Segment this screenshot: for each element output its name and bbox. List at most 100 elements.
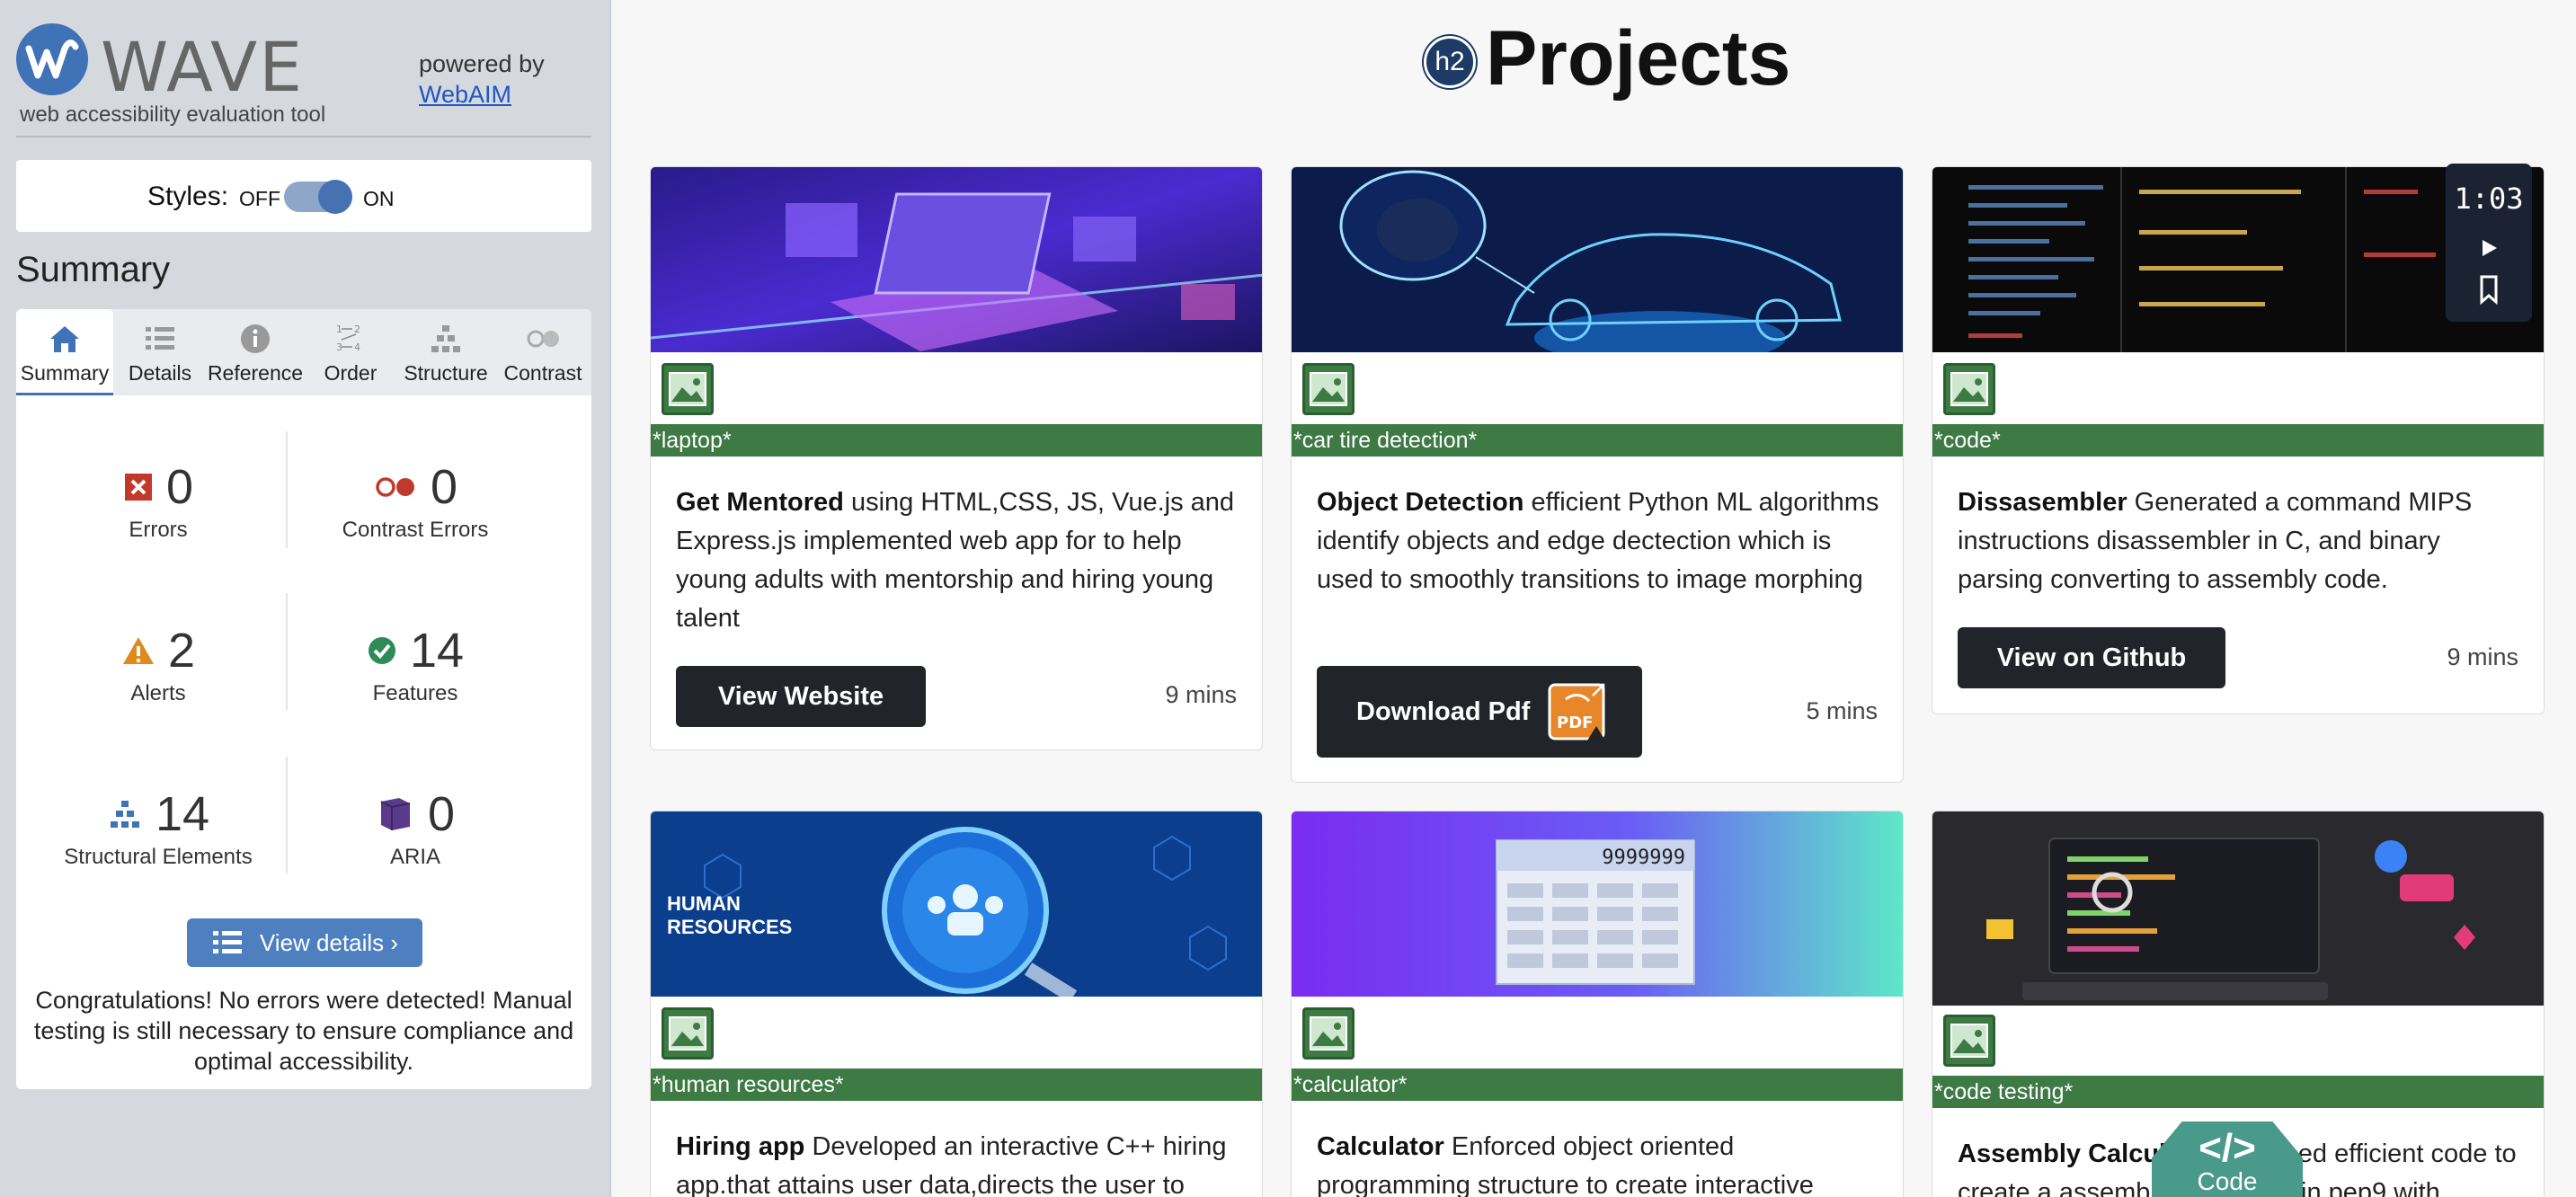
card-title: Calculator bbox=[1317, 1132, 1444, 1161]
contrast-error-icon bbox=[376, 477, 414, 497]
image-alt-icon[interactable] bbox=[662, 363, 714, 415]
home-icon bbox=[50, 326, 79, 352]
project-card: *car tire detection* Object Detection ef… bbox=[1291, 166, 1904, 783]
image-icon bbox=[1310, 372, 1347, 406]
alerts-stat[interactable]: 2 Alerts bbox=[32, 624, 284, 706]
image-icon bbox=[1950, 372, 1988, 406]
read-time: 9 mins bbox=[1165, 681, 1237, 708]
structural-stat[interactable]: 14 Structural Elements bbox=[32, 787, 284, 870]
download-pdf-label: Download Pdf bbox=[1356, 696, 1531, 726]
summary-panel: Summary Details Reference 1 2 34 Order Str… bbox=[16, 309, 591, 1089]
pdf-alert-icon: PDF bbox=[1548, 683, 1606, 740]
read-time: 9 mins bbox=[2447, 643, 2518, 670]
wave-sidebar: WAVE web accessibility evaluation tool p… bbox=[0, 0, 611, 1197]
project-card: 9999999 *calculator* Calculator Enforced… bbox=[1291, 811, 1904, 1197]
list-icon bbox=[212, 931, 242, 953]
calculator-image: 9999999 bbox=[1292, 811, 1903, 997]
h2-badge-icon[interactable]: h2 bbox=[1424, 36, 1476, 88]
human-resources-image: HUMAN RESOURCES bbox=[651, 811, 1262, 997]
calculator-display: 9999999 bbox=[1602, 847, 1685, 869]
svg-text:PDF: PDF bbox=[1557, 714, 1593, 732]
alt-text-label: *laptop* bbox=[651, 424, 1262, 457]
error-icon bbox=[124, 474, 152, 501]
contrast-icon bbox=[527, 330, 559, 348]
contrast-errors-stat[interactable]: 0 Contrast Errors bbox=[289, 460, 541, 543]
alt-text-label: *human resources* bbox=[651, 1068, 1262, 1101]
image-alt-icon[interactable] bbox=[1302, 363, 1355, 415]
hr-image-text: HUMAN bbox=[667, 892, 741, 915]
aria-stat[interactable]: 0 ARIA bbox=[289, 787, 541, 870]
alerts-count: 2 bbox=[167, 624, 196, 678]
tab-label: Details bbox=[128, 361, 192, 385]
card-description: Object Detection efficient Python ML alg… bbox=[1317, 483, 1881, 599]
toggle-knob bbox=[318, 180, 352, 214]
tab-contrast[interactable]: Contrast bbox=[494, 309, 591, 395]
card-title: Get Mentored bbox=[676, 488, 844, 517]
image-alt-icon[interactable] bbox=[1943, 363, 1995, 415]
tab-label: Reference bbox=[207, 361, 304, 385]
styles-on-label: ON bbox=[363, 187, 395, 210]
divider bbox=[286, 593, 288, 710]
tab-reference[interactable]: Reference bbox=[207, 309, 304, 395]
order-icon: 1 2 3 4 bbox=[336, 324, 360, 353]
laptop-image bbox=[651, 167, 1262, 352]
errors-label: Errors bbox=[129, 518, 188, 542]
play-icon[interactable] bbox=[2471, 232, 2507, 264]
aria-cube-icon bbox=[380, 798, 411, 830]
wave-subtitle: web accessibility evaluation tool bbox=[20, 102, 326, 127]
styles-toggle[interactable] bbox=[284, 180, 352, 214]
code-badge-label: Code bbox=[2197, 1167, 2258, 1195]
structural-label: Structural Elements bbox=[64, 845, 253, 869]
tab-label: Summary bbox=[20, 361, 110, 385]
congrats-message: Congratulations! No errors were detected… bbox=[33, 987, 574, 1075]
bookmark-icon[interactable] bbox=[2471, 271, 2507, 307]
svg-text:3: 3 bbox=[336, 341, 342, 353]
structure-icon bbox=[110, 801, 139, 828]
image-icon bbox=[1950, 1024, 1988, 1058]
image-alt-icon[interactable] bbox=[1302, 1007, 1355, 1060]
svg-text:2: 2 bbox=[354, 324, 360, 335]
tab-details[interactable]: Details bbox=[113, 309, 207, 395]
image-icon bbox=[669, 372, 706, 406]
image-alt-icon[interactable] bbox=[1943, 1015, 1995, 1067]
tab-order[interactable]: 1 2 34 Order bbox=[304, 309, 397, 395]
download-pdf-button[interactable]: Download Pdf PDF bbox=[1317, 666, 1642, 758]
alt-text-label: *car tire detection* bbox=[1292, 424, 1903, 457]
card-description: Calculator Enforced object oriented prog… bbox=[1317, 1128, 1881, 1197]
alt-text-label: *calculator* bbox=[1292, 1068, 1903, 1101]
image-alt-icon[interactable] bbox=[662, 1007, 714, 1060]
code-badge[interactable]: </> Code bbox=[2152, 1122, 2303, 1197]
code-icon: </> bbox=[2198, 1126, 2256, 1170]
tab-label: Structure bbox=[404, 361, 488, 385]
features-count: 14 bbox=[409, 624, 465, 678]
webaim-link[interactable]: WebAIM bbox=[419, 79, 545, 110]
divider bbox=[286, 757, 288, 873]
alerts-label: Alerts bbox=[130, 681, 186, 705]
tab-summary[interactable]: Summary bbox=[16, 309, 113, 395]
card-description: Dissasembler Generated a command MIPS in… bbox=[1958, 483, 2522, 599]
card-description: Hiring app Developed an interactive C++ … bbox=[676, 1128, 1240, 1197]
info-icon bbox=[241, 324, 270, 353]
aria-count: 0 bbox=[427, 787, 456, 841]
read-time: 5 mins bbox=[1806, 697, 1878, 724]
svg-text:4: 4 bbox=[354, 341, 360, 353]
view-details-label: View details › bbox=[259, 928, 399, 956]
view-website-button[interactable]: View Website bbox=[676, 666, 926, 727]
tab-structure[interactable]: Structure bbox=[397, 309, 494, 395]
features-label: Features bbox=[372, 681, 458, 705]
powered-by: powered by WebAIM bbox=[419, 49, 545, 110]
alt-text-label: *code testing* bbox=[1932, 1076, 2544, 1108]
view-details-button[interactable]: View details › bbox=[187, 918, 422, 967]
structure-icon bbox=[431, 325, 460, 352]
hr-image-text: RESOURCES bbox=[667, 916, 792, 938]
page-title: Projects bbox=[1486, 15, 1791, 102]
card-title: Hiring app bbox=[676, 1132, 805, 1161]
features-stat[interactable]: 14 Features bbox=[289, 624, 541, 706]
view-on-github-button[interactable]: View on Github bbox=[1958, 627, 2225, 688]
errors-stat[interactable]: 0 Errors bbox=[32, 460, 284, 543]
wave-tabs: Summary Details Reference 1 2 34 Order Str… bbox=[16, 309, 591, 395]
feature-check-icon bbox=[368, 637, 395, 664]
divider bbox=[16, 136, 591, 137]
styles-label: Styles: bbox=[147, 182, 229, 211]
contrast-errors-count: 0 bbox=[430, 460, 458, 514]
